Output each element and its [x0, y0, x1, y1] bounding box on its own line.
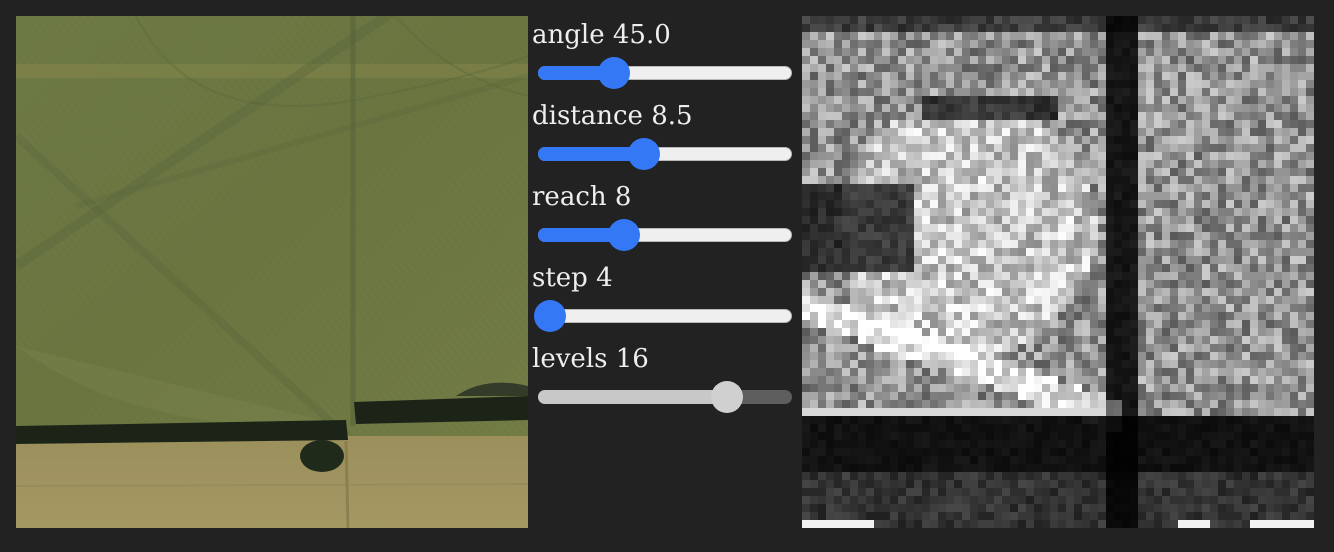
- levels-slider-fill: [538, 390, 728, 404]
- reach-slider-thumb[interactable]: [607, 219, 640, 251]
- aerial-photo: [16, 16, 528, 528]
- control-levels: levels 16: [532, 342, 796, 423]
- texture-app: angle 45.0 distance 8.5 reach 8 step 4 l…: [0, 0, 1334, 552]
- angle-slider-thumb[interactable]: [598, 57, 631, 89]
- control-reach: reach 8: [532, 180, 796, 261]
- distance-slider[interactable]: [536, 133, 794, 170]
- texture-output-panel: [802, 16, 1314, 528]
- levels-slider-thumb[interactable]: [711, 381, 744, 413]
- step-slider-track[interactable]: [538, 309, 792, 323]
- step-label: step 4: [532, 263, 613, 293]
- control-distance: distance 8.5: [532, 99, 796, 180]
- controls-panel: angle 45.0 distance 8.5 reach 8 step 4 l…: [532, 18, 796, 423]
- step-slider-thumb[interactable]: [534, 300, 566, 332]
- step-slider[interactable]: [534, 295, 794, 332]
- reach-slider[interactable]: [536, 214, 794, 251]
- levels-slider[interactable]: [536, 376, 794, 413]
- control-angle: angle 45.0: [532, 18, 796, 99]
- angle-slider[interactable]: [536, 52, 794, 89]
- aerial-photo-panel: [16, 16, 528, 528]
- reach-label: reach 8: [532, 182, 632, 212]
- glcm-texture-image: [802, 16, 1314, 528]
- distance-slider-thumb[interactable]: [628, 138, 661, 170]
- angle-label: angle 45.0: [532, 20, 671, 50]
- levels-label: levels 16: [532, 344, 649, 374]
- control-step: step 4: [532, 261, 796, 342]
- distance-label: distance 8.5: [532, 101, 693, 131]
